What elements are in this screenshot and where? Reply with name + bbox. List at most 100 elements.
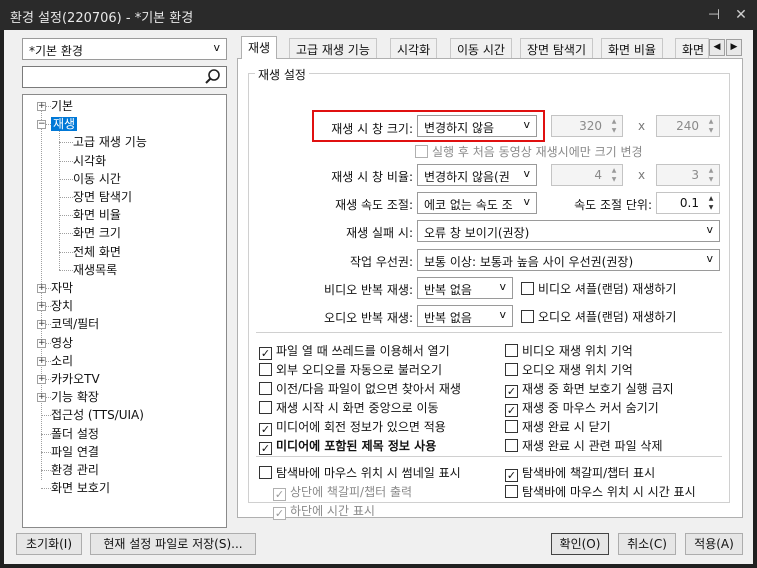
- expand-icon[interactable]: +: [37, 375, 46, 384]
- tree-item[interactable]: 기능 확장: [51, 388, 99, 406]
- close-icon[interactable]: ✕: [731, 5, 751, 25]
- option-checkbox[interactable]: ✓ 탐색바에 책갈피/챕터 표시: [505, 464, 655, 482]
- checkmark-icon: ✓: [273, 507, 286, 520]
- option-label: 미디어에 회전 정보가 있으면 적용: [276, 420, 446, 434]
- option-checkbox[interactable]: 탐색바에 마우스 위치 시 썸네일 표시: [259, 464, 461, 480]
- height-spinner[interactable]: 240 ▲ ▼: [656, 115, 720, 137]
- tree-item[interactable]: 고급 재생 기능: [73, 133, 147, 151]
- ok-button[interactable]: 확인(O): [551, 533, 609, 555]
- expand-icon[interactable]: +: [37, 339, 46, 348]
- spinner-arrows-icon[interactable]: ▲ ▼: [607, 117, 621, 135]
- tree-item[interactable]: 장면 탐색기: [73, 188, 132, 206]
- tab-2[interactable]: 고급 재생 기능: [289, 38, 377, 58]
- option-label: 재생 중 화면 보호기 실행 금지: [522, 382, 674, 396]
- search-input[interactable]: [25, 68, 200, 86]
- audio-repeat-select[interactable]: 반복 없음 v: [417, 305, 513, 327]
- tree-item[interactable]: 재생: [51, 115, 78, 133]
- spinner-arrows-icon[interactable]: ▲ ▼: [704, 117, 718, 135]
- option-checkbox[interactable]: 재생 완료 시 닫기: [505, 418, 611, 434]
- tab-7[interactable]: 화면: [675, 38, 709, 58]
- profile-select[interactable]: *기본 환경 v: [22, 38, 227, 60]
- option-label: 상단에 책갈피/챕터 출력: [290, 485, 413, 499]
- tree-item[interactable]: 장치: [51, 297, 73, 315]
- option-checkbox[interactable]: 오디오 재생 위치 기억: [505, 361, 633, 377]
- priority-select[interactable]: 보통 이상: 보통과 높음 사이 우선권(권장) v: [417, 249, 720, 271]
- tree-item[interactable]: 전체 화면: [73, 243, 121, 261]
- option-checkbox[interactable]: 탐색바에 마우스 위치 시 시간 표시: [505, 483, 696, 499]
- tree-item[interactable]: 환경 관리: [51, 461, 99, 479]
- tree-item[interactable]: 폴더 설정: [51, 425, 99, 443]
- fail-select[interactable]: 오류 창 보이기(권장) v: [417, 220, 720, 242]
- search-box[interactable]: [22, 66, 227, 88]
- option-checkbox[interactable]: 비디오 재생 위치 기억: [505, 342, 633, 358]
- tree-item[interactable]: 카카오TV: [51, 370, 100, 388]
- tree-item[interactable]: 이동 시간: [73, 170, 121, 188]
- video-shuffle-label: 비디오 셔플(랜덤) 재생하기: [538, 282, 677, 296]
- speed-select[interactable]: 에코 없는 속도 조 v: [417, 192, 537, 214]
- ratio-width-spinner[interactable]: 4 ▲ ▼: [551, 164, 623, 186]
- expand-icon[interactable]: +: [37, 393, 46, 402]
- search-icon[interactable]: [204, 68, 222, 86]
- tree-item-label: 환경 관리: [51, 463, 99, 477]
- checkmark-icon: ✓: [273, 488, 286, 501]
- expand-icon[interactable]: +: [37, 302, 46, 311]
- save-to-file-button[interactable]: 현재 설정 파일로 저장(S)...: [90, 533, 256, 555]
- audio-shuffle-checkbox[interactable]: 오디오 셔플(랜덤) 재생하기: [521, 308, 676, 324]
- collapse-icon[interactable]: −: [37, 120, 46, 129]
- ratio-height-spinner[interactable]: 3 ▲ ▼: [656, 164, 720, 186]
- option-checkbox[interactable]: 재생 완료 시 관련 파일 삭제: [505, 437, 663, 453]
- tree-item[interactable]: 화면 크기: [73, 224, 121, 242]
- tree-item[interactable]: 코덱/필터: [51, 315, 99, 333]
- tree-item[interactable]: 소리: [51, 352, 73, 370]
- cancel-button[interactable]: 취소(C): [618, 533, 676, 555]
- first-only-checkbox[interactable]: 실행 후 처음 동영상 재생시에만 크기 변경: [415, 143, 643, 159]
- pin-icon[interactable]: ⊣: [704, 5, 724, 25]
- tab-scroll-left-icon[interactable]: ◀: [709, 39, 725, 56]
- tab-1[interactable]: 재생: [241, 36, 278, 59]
- tab-3[interactable]: 시각화: [390, 38, 438, 58]
- tree-item[interactable]: 접근성 (TTS/UIA): [51, 406, 144, 424]
- expand-icon[interactable]: +: [37, 102, 46, 111]
- profile-select-value: *기본 환경: [29, 44, 83, 58]
- tree-item[interactable]: 화면 비율: [73, 206, 121, 224]
- tab-6[interactable]: 화면 비율: [601, 38, 663, 58]
- option-checkbox[interactable]: ✓ 상단에 책갈피/챕터 출력: [273, 483, 413, 501]
- ratio-select[interactable]: 변경하지 않음(권 v: [417, 164, 537, 186]
- speed-unit-spinner[interactable]: 0.1 ▲ ▼: [656, 192, 720, 214]
- tree-item[interactable]: 자막: [51, 279, 73, 297]
- reset-button[interactable]: 초기화(I): [16, 533, 82, 555]
- settings-tree[interactable]: + 기본 − 재생고급 재생 기능시각화 이동 시간장면 탐색기화면 비율 화면 크기 전체…: [22, 94, 227, 528]
- tree-item[interactable]: 시각화: [73, 152, 106, 170]
- expand-icon[interactable]: +: [37, 284, 46, 293]
- option-checkbox[interactable]: ✓ 재생 중 마우스 커서 숨기기: [505, 399, 659, 417]
- option-checkbox[interactable]: 재생 시작 시 화면 중앙으로 이동: [259, 399, 439, 415]
- tree-item-label: 고급 재생 기능: [73, 135, 147, 149]
- tab-4[interactable]: 이동 시간: [450, 38, 512, 58]
- tree-item[interactable]: 재생목록: [73, 261, 117, 279]
- option-checkbox[interactable]: 이전/다음 파일이 없으면 찾아서 재생: [259, 380, 461, 396]
- tab-scroll-right-icon[interactable]: ▶: [726, 39, 742, 56]
- spinner-arrows-icon[interactable]: ▲ ▼: [704, 194, 718, 212]
- tree-item[interactable]: 기본: [51, 97, 73, 115]
- tree-item[interactable]: 화면 보호기: [51, 479, 110, 497]
- option-checkbox[interactable]: 외부 오디오를 자동으로 불러오기: [259, 361, 442, 377]
- option-checkbox[interactable]: ✓ 재생 중 화면 보호기 실행 금지: [505, 380, 674, 398]
- option-checkbox[interactable]: ✓ 미디어에 포함된 제목 정보 사용: [259, 437, 436, 455]
- expand-icon[interactable]: +: [37, 320, 46, 329]
- tab-5[interactable]: 장면 탐색기: [520, 38, 594, 58]
- tab-page-playback: 재생 설정 재생 시 창 크기: 변경하지 않음 v 320 ▲ ▼ x 240 …: [237, 58, 743, 520]
- tree-item-label: 장면 탐색기: [73, 190, 133, 204]
- tree-item[interactable]: 파일 연결: [51, 443, 99, 461]
- expand-icon[interactable]: +: [37, 357, 46, 366]
- option-checkbox[interactable]: ✓ 미디어에 회전 정보가 있으면 적용: [259, 418, 446, 436]
- video-repeat-select[interactable]: 반복 없음 v: [417, 277, 513, 299]
- option-checkbox[interactable]: ✓ 파일 열 때 쓰레드를 이용해서 열기: [259, 342, 450, 360]
- spinner-arrows-icon[interactable]: ▲ ▼: [607, 166, 621, 184]
- spinner-arrows-icon[interactable]: ▲ ▼: [704, 166, 718, 184]
- width-spinner[interactable]: 320 ▲ ▼: [551, 115, 623, 137]
- option-checkbox[interactable]: ✓ 하단에 시간 표시: [273, 502, 375, 520]
- video-shuffle-checkbox[interactable]: 비디오 셔플(랜덤) 재생하기: [521, 280, 676, 296]
- apply-button[interactable]: 적용(A): [685, 533, 743, 555]
- tree-item-label: 자막: [51, 281, 74, 295]
- tree-item[interactable]: 영상: [51, 334, 73, 352]
